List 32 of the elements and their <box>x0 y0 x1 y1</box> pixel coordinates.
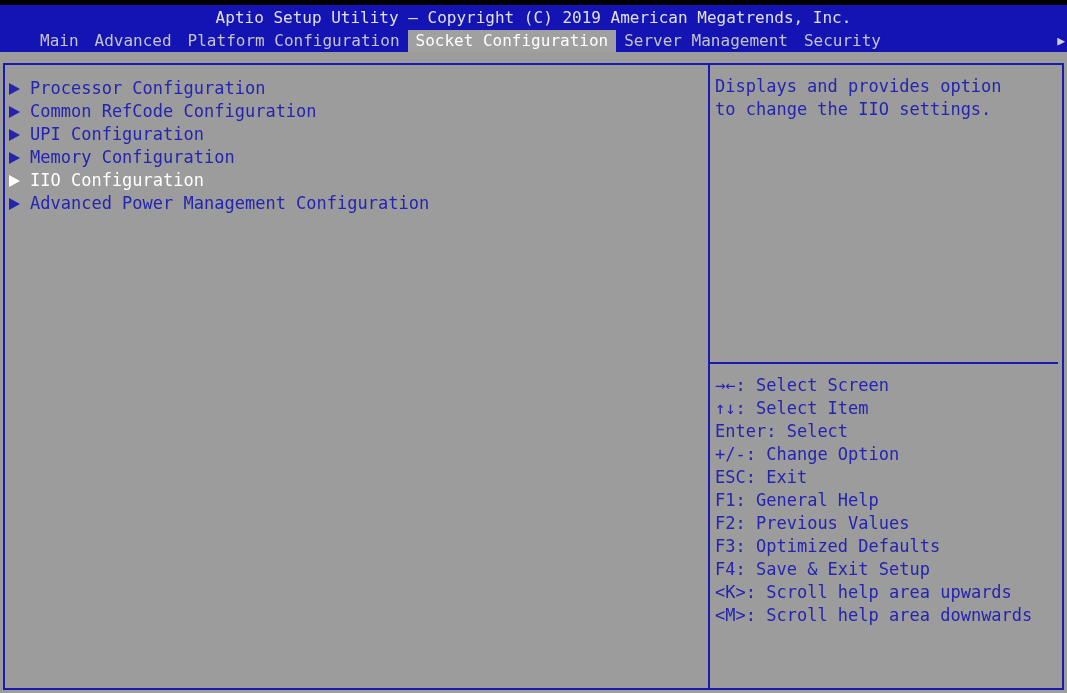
tab[interactable]: Main <box>32 30 87 52</box>
tab[interactable]: Advanced <box>86 30 180 52</box>
tab[interactable]: Socket Configuration <box>407 30 617 52</box>
menu-item[interactable]: Processor Configuration <box>9 77 708 100</box>
tab[interactable]: Server Management <box>616 30 796 52</box>
triangle-icon <box>9 105 20 118</box>
triangle-icon <box>9 128 20 141</box>
more-tabs-arrow[interactable]: ▶ <box>1057 30 1065 52</box>
menu-item[interactable]: Advanced Power Management Configuration <box>9 192 708 215</box>
tab[interactable]: Security <box>795 30 889 52</box>
menu-item[interactable]: Common RefCode Configuration <box>9 100 708 123</box>
menu-item[interactable]: Memory Configuration <box>9 146 708 169</box>
triangle-icon <box>9 151 20 164</box>
key-hint: <K>: Scroll help area upwards <box>715 581 1013 604</box>
triangle-icon <box>9 82 20 95</box>
key-hint: <M>: Scroll help area downwards <box>715 604 1034 627</box>
key-hint: Enter: Select <box>715 420 850 443</box>
window-title: Aptio Setup Utility – Copyright (C) 2019 American Megatrends, Inc. <box>215 6 852 29</box>
key-hint: F4: Save & Exit Setup <box>715 558 931 581</box>
key-hint: F3: Optimized Defaults <box>715 535 942 558</box>
tab[interactable]: Platform Configuration <box>179 30 408 52</box>
key-hint: +/-: Change Option <box>715 443 901 466</box>
key-hint: F1: General Help <box>715 489 880 512</box>
key-hint: →←: Select Screen <box>715 374 891 397</box>
menu-item[interactable]: UPI Configuration <box>9 123 708 146</box>
menu-item[interactable]: IIO Configuration <box>9 169 708 192</box>
key-hint: ↑↓: Select Item <box>715 397 870 420</box>
key-hint: ESC: Exit <box>715 466 809 489</box>
help-description: Displays and provides option to change the IIO settings. <box>715 75 1003 121</box>
triangle-icon <box>9 174 20 187</box>
triangle-icon <box>9 197 20 210</box>
key-hint: F2: Previous Values <box>715 512 911 535</box>
